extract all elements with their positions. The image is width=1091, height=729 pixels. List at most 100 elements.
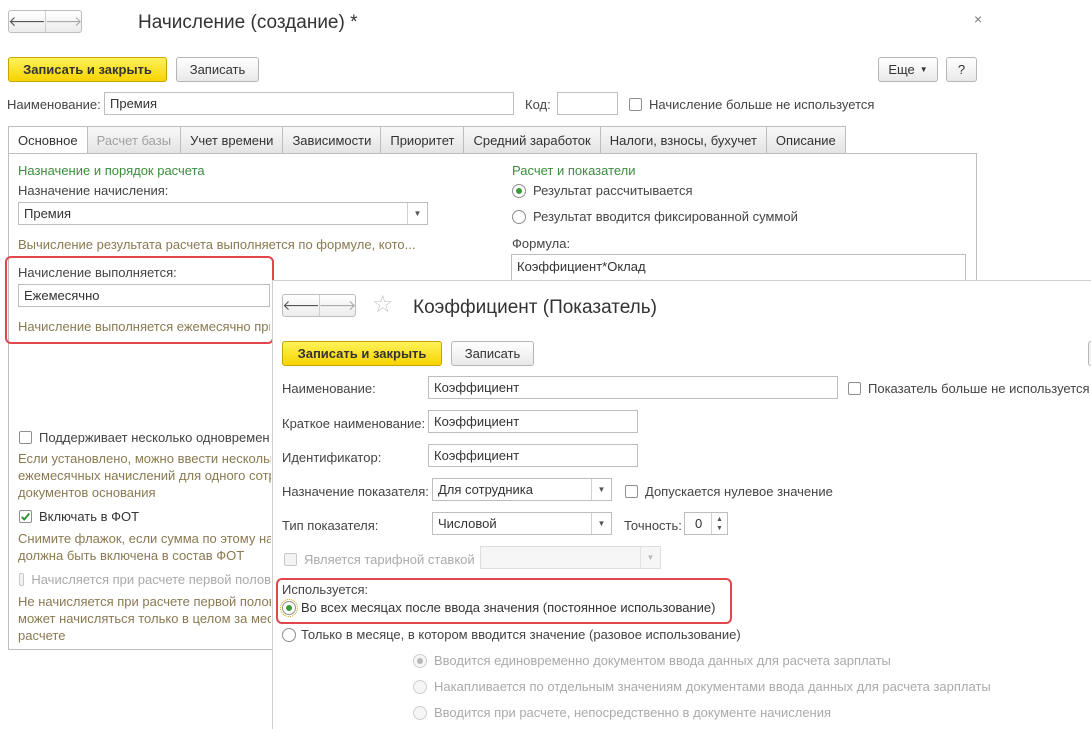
sub-option-accumulate[interactable]: Накапливается по отдельным значениям док…: [413, 679, 991, 694]
formula-label: Формула:: [512, 236, 571, 251]
not-used-checkbox-row[interactable]: Начисление больше не используется: [629, 97, 874, 112]
close-icon[interactable]: ×: [974, 11, 982, 27]
first-half-hint-line: может начисляться только в целом за мес: [18, 611, 271, 626]
radio-sub-accumulate[interactable]: [413, 679, 427, 694]
forward-arrow-icon[interactable]: 🡒: [45, 11, 82, 32]
more-label: Еще: [888, 62, 915, 77]
first-half-hint: Не начисляется при расчете первой полов …: [18, 593, 271, 644]
dropdown-arrow-icon[interactable]: ▼: [591, 513, 611, 534]
tab-dependencies[interactable]: Зависимости: [282, 126, 382, 153]
name-input[interactable]: Премия: [104, 92, 514, 115]
radio-calc-row[interactable]: Результат рассчитывается: [512, 183, 693, 198]
radio-sub-accumulate-label: Накапливается по отдельным значениям док…: [434, 679, 991, 694]
stepper-arrows-icon[interactable]: ▲ ▼: [711, 513, 727, 534]
first-half-checkbox-row[interactable]: Начисляется при расчете первой полов: [19, 572, 271, 587]
fot-checkbox[interactable]: [19, 510, 32, 523]
dialog-save-button[interactable]: Записать: [451, 341, 534, 366]
sub-option-doc[interactable]: Вводится единовременно документом ввода …: [413, 653, 891, 668]
radio-permanent-label: Во всех месяцах после ввода значения (по…: [301, 600, 716, 615]
short-name-input[interactable]: Коэффициент: [428, 410, 638, 433]
fot-checkbox-row[interactable]: Включать в ФОТ: [19, 509, 139, 524]
dialog-not-used-row[interactable]: Показатель больше не используется: [848, 381, 1090, 396]
radio-sub-doc[interactable]: [413, 653, 427, 668]
fot-hint: Снимите флажок, если сумма по этому на д…: [18, 530, 271, 564]
dialog-not-used-checkbox[interactable]: [848, 382, 861, 395]
tariff-rate-select: ▼: [480, 546, 661, 569]
multi-checkbox-row[interactable]: Поддерживает несколько одновремен: [19, 430, 271, 445]
dialog-save-and-close-button[interactable]: Записать и закрыть: [282, 341, 442, 366]
multi-checkbox[interactable]: [19, 431, 32, 444]
tab-taxes[interactable]: Налоги, взносы, бухучет: [599, 126, 767, 153]
tab-priority[interactable]: Приоритет: [380, 126, 465, 153]
save-and-close-button[interactable]: Записать и закрыть: [8, 57, 167, 82]
radio-once[interactable]: [282, 627, 296, 642]
fot-label: Включать в ФОТ: [39, 509, 140, 524]
purpose-label: Назначение начисления:: [18, 183, 169, 198]
multi-label: Поддерживает несколько одновремен: [39, 430, 270, 445]
performed-hint: Начисление выполняется ежемесячно при: [18, 319, 270, 334]
purpose-section-title: Назначение и порядок расчета: [18, 163, 205, 178]
fot-hint-line: Снимите флажок, если сумма по этому на: [18, 531, 271, 546]
dropdown-arrow-icon[interactable]: ▼: [407, 203, 427, 224]
radio-calc[interactable]: [512, 183, 526, 198]
dialog-name-label: Наименование:: [282, 381, 376, 396]
used-option-permanent[interactable]: Во всех месяцах после ввода значения (по…: [280, 598, 716, 617]
used-label: Используется:: [282, 582, 369, 597]
zero-allowed-row[interactable]: Допускается нулевое значение: [625, 484, 833, 499]
tab-average-earnings[interactable]: Средний заработок: [463, 126, 601, 153]
not-used-checkbox[interactable]: [629, 98, 642, 111]
tariff-rate-label: Является тарифной ставкой: [304, 552, 475, 567]
multi-hint: Если установлено, можно ввести нескольк …: [18, 450, 271, 501]
indicator-dialog: 🡐 🡒 ☆ Коэффициент (Показатель) Записать …: [272, 280, 1091, 729]
save-button[interactable]: Записать: [176, 57, 259, 82]
dialog-title: Коэффициент (Показатель): [413, 297, 657, 318]
tab-main[interactable]: Основное: [8, 126, 88, 154]
tariff-rate-checkbox[interactable]: [284, 553, 297, 566]
tab-base-calc[interactable]: Расчет базы: [86, 126, 182, 153]
formula-input[interactable]: Коэффициент*Оклад: [511, 254, 966, 280]
dialog-name-input[interactable]: Коэффициент: [428, 376, 838, 399]
radio-sub-doc-label: Вводится единовременно документом ввода …: [434, 653, 891, 668]
tab-description[interactable]: Описание: [765, 126, 846, 153]
sub-option-in-calc[interactable]: Вводится при расчете, непосредственно в …: [413, 705, 831, 720]
multi-hint-line: документов основания: [18, 485, 156, 500]
tariff-rate-row[interactable]: Является тарифной ставкой: [284, 552, 475, 567]
forward-arrow-icon[interactable]: 🡒: [319, 295, 356, 316]
used-option-once[interactable]: Только в месяце, в котором вводится знач…: [282, 627, 741, 642]
performed-select[interactable]: Ежемесячно: [18, 284, 270, 307]
code-input[interactable]: [557, 92, 618, 115]
tab-time-accounting[interactable]: Учет времени: [180, 126, 284, 153]
dropdown-arrow-icon: ▼: [640, 547, 660, 568]
formula-value: Коэффициент*Оклад: [517, 259, 646, 274]
radio-sub-in-calc-label: Вводится при расчете, непосредственно в …: [434, 705, 832, 720]
purpose-value: Премия: [24, 206, 72, 221]
radio-fixed[interactable]: [512, 209, 526, 224]
help-button[interactable]: ?: [946, 57, 977, 82]
radio-permanent[interactable]: [280, 598, 298, 617]
radio-fixed-row[interactable]: Результат вводится фиксированной суммой: [512, 209, 798, 224]
precision-label: Точность:: [624, 518, 682, 533]
back-arrow-icon[interactable]: 🡐: [8, 11, 46, 32]
dropdown-arrow-icon[interactable]: ▼: [591, 479, 611, 500]
zero-allowed-checkbox[interactable]: [625, 485, 638, 498]
more-button[interactable]: Еще ▼: [878, 57, 938, 82]
multi-hint-line: Если установлено, можно ввести нескольк: [18, 451, 271, 466]
back-arrow-icon[interactable]: 🡐: [282, 295, 320, 316]
precision-stepper[interactable]: 0 ▲ ▼: [684, 512, 728, 535]
calc-section-title: Расчет и показатели: [512, 163, 636, 178]
dialog-nav: 🡐 🡒: [282, 294, 356, 317]
name-label: Наименование:: [7, 97, 101, 112]
first-half-checkbox[interactable]: [19, 573, 25, 586]
indicator-type-select[interactable]: Числовой ▼: [432, 512, 612, 535]
code-label: Код:: [525, 97, 551, 112]
main-nav: 🡐 🡒: [8, 10, 82, 33]
indicator-type-label: Тип показателя:: [282, 518, 379, 533]
identifier-input[interactable]: Коэффициент: [428, 444, 638, 467]
page-title: Начисление (создание) *: [138, 12, 358, 33]
star-icon[interactable]: ☆: [372, 293, 394, 317]
radio-sub-in-calc[interactable]: [413, 705, 427, 720]
first-half-hint-line: Не начисляется при расчете первой полов: [18, 594, 271, 609]
purpose-select[interactable]: Премия ▼: [18, 202, 428, 225]
precision-value: 0: [695, 516, 703, 531]
indicator-purpose-select[interactable]: Для сотрудника ▼: [432, 478, 612, 501]
